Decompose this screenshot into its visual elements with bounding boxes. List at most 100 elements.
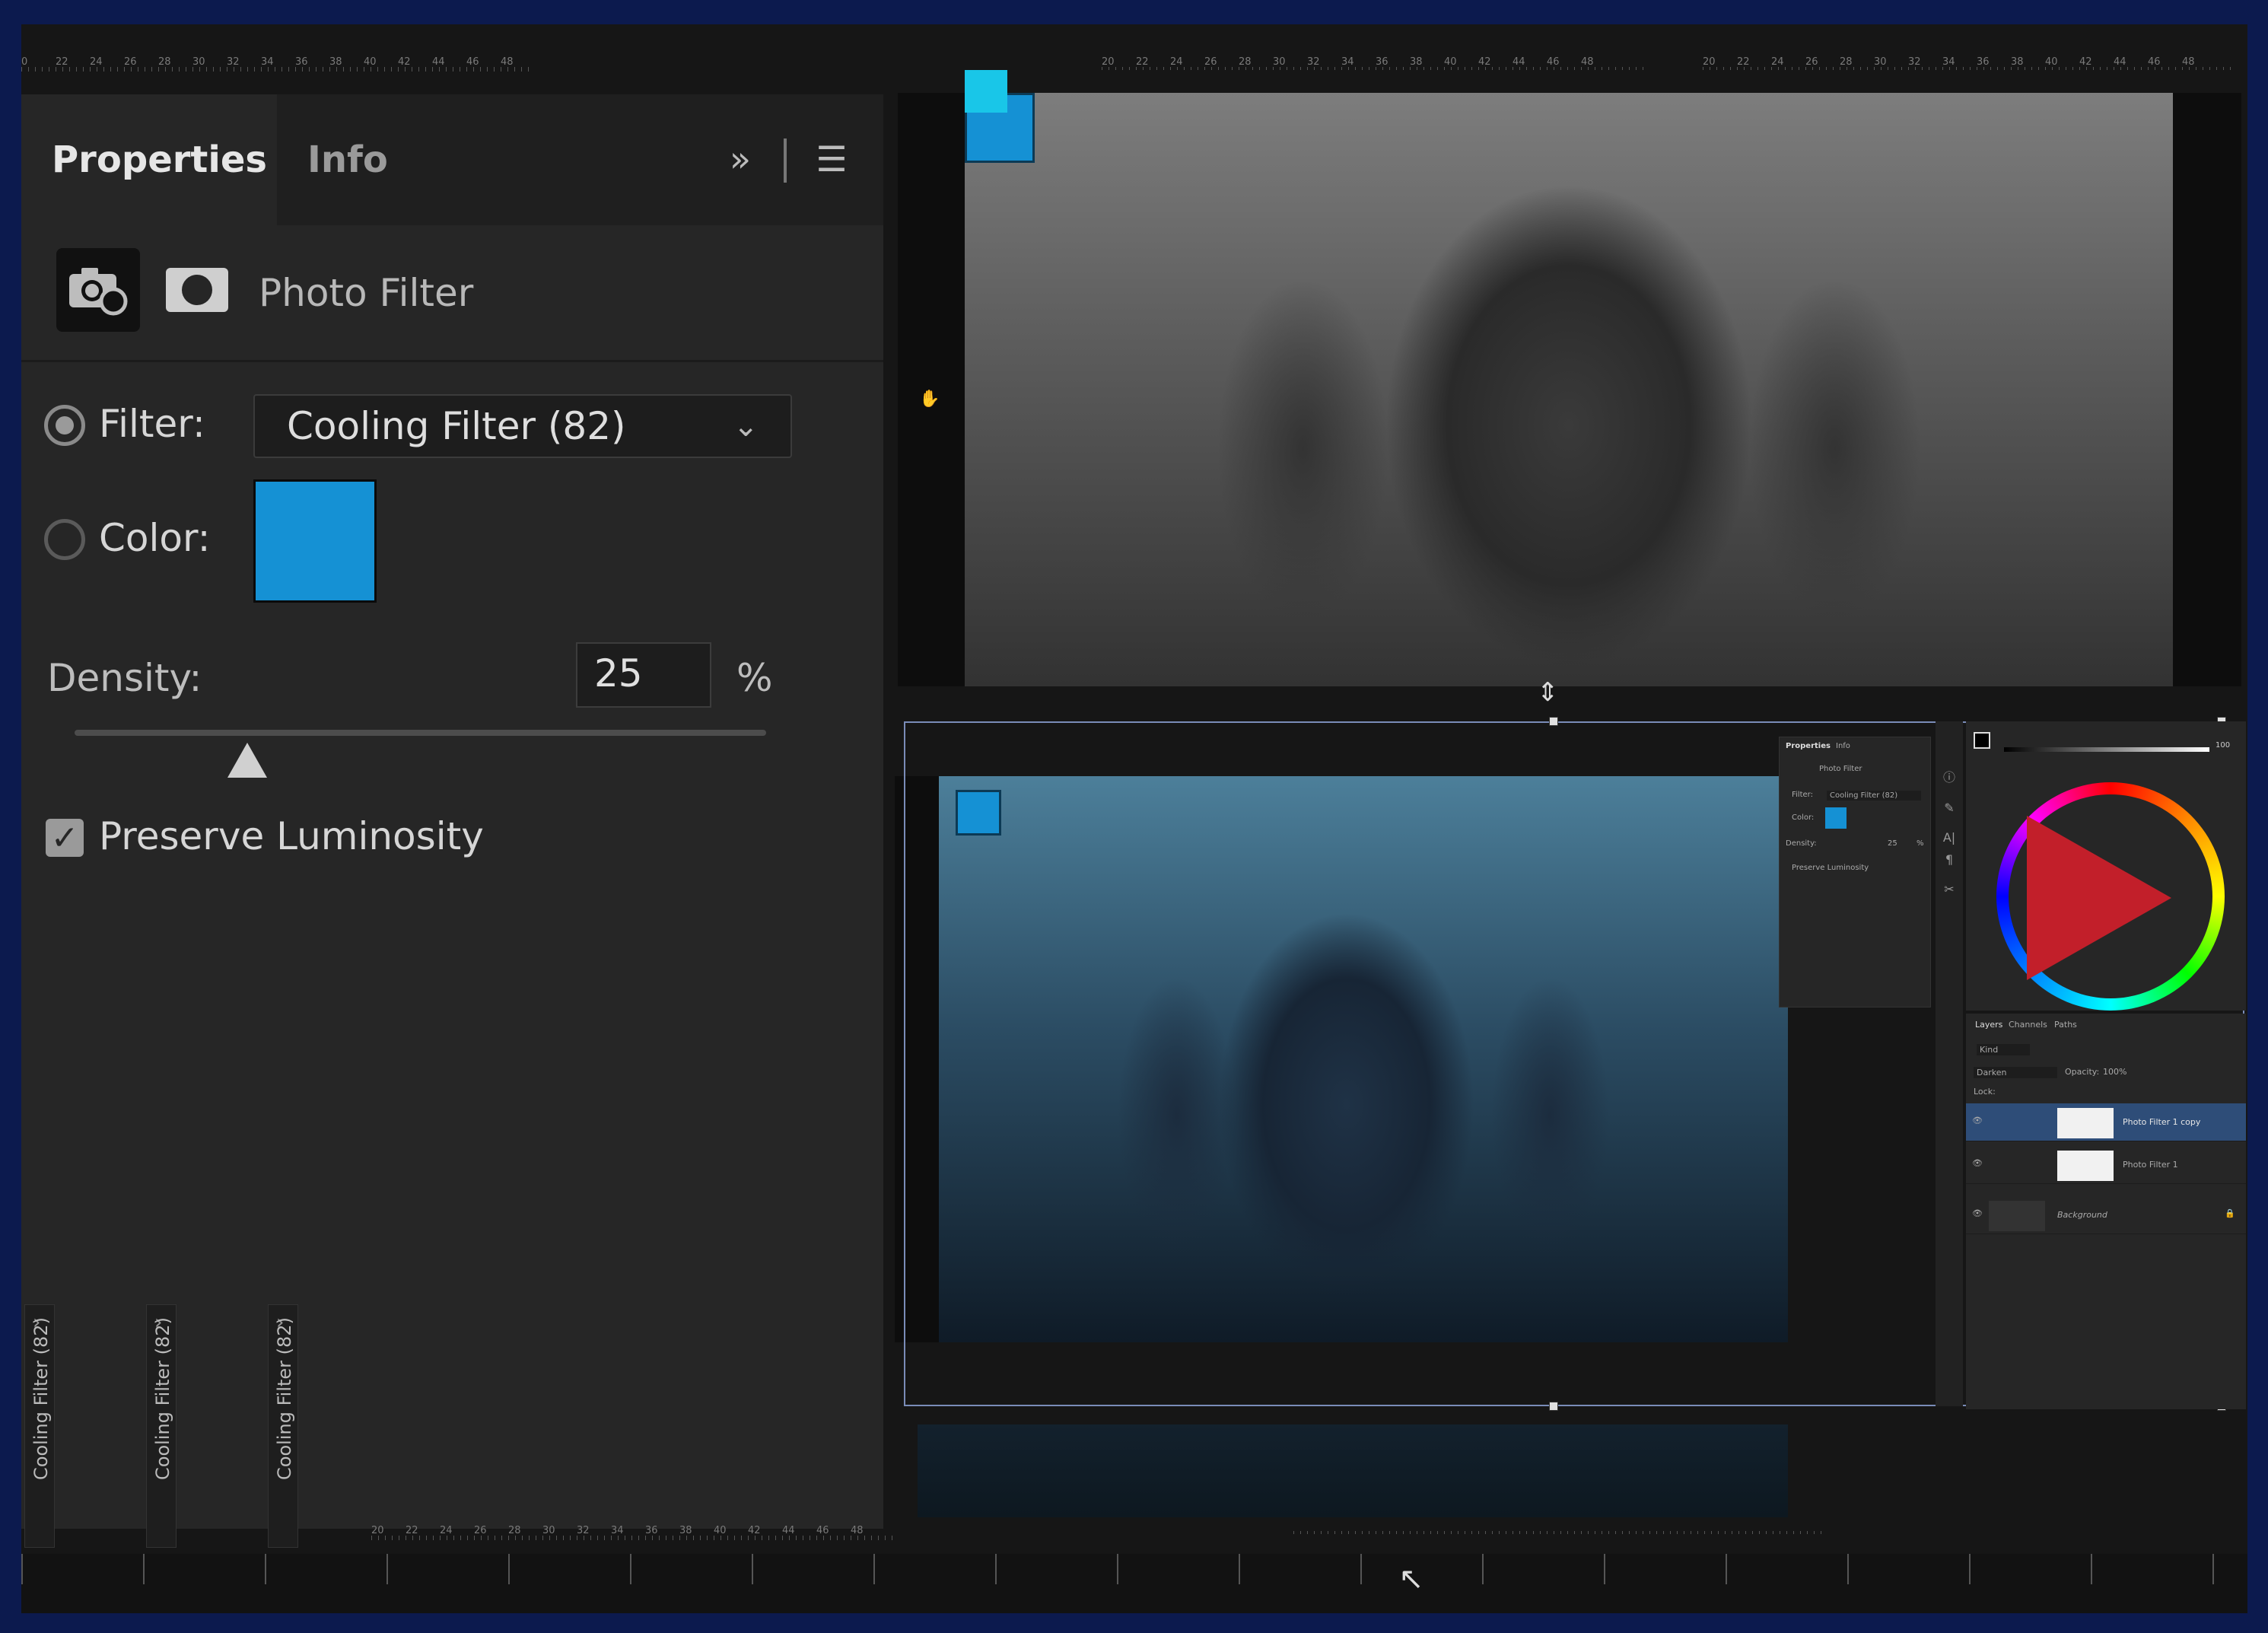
ruler-number: 30 bbox=[1273, 56, 1286, 68]
mini-title: Photo Filter bbox=[1819, 765, 1862, 773]
filter-radio[interactable] bbox=[44, 405, 85, 446]
ruler-number: 42 bbox=[398, 56, 411, 68]
pointer-cursor-icon: ↖ bbox=[1398, 1561, 1424, 1596]
tab-properties-label: Properties bbox=[52, 138, 267, 181]
filter-dropdown-value: Cooling Filter (82) bbox=[287, 404, 626, 448]
ruler-number: 28 bbox=[158, 56, 171, 68]
ruler-number: 46 bbox=[1547, 56, 1560, 68]
hamburger-menu-icon[interactable]: ☰ bbox=[805, 125, 858, 193]
layer-mask-icon[interactable] bbox=[155, 248, 239, 332]
collapsed-panel-3-label: Cooling Filter (82) bbox=[274, 1317, 295, 1480]
ruler-number: 48 bbox=[2182, 56, 2195, 68]
ruler-number: 44 bbox=[432, 56, 445, 68]
ruler-number: 26 bbox=[1805, 56, 1818, 68]
top-ruler-right: 20 22 24 26 28 30 32 34 36 38 40 42 44 46 48 bbox=[1703, 56, 2235, 72]
opacity-label: Opacity: bbox=[2065, 1067, 2100, 1077]
mini-tab-info[interactable]: Info bbox=[1836, 742, 1850, 750]
ruler-number: 44 bbox=[782, 1525, 795, 1536]
hand-cursor-icon: ✋ bbox=[919, 390, 940, 409]
top-ruler-left: 0 22 24 26 28 30 32 34 36 38 40 42 44 46 48 bbox=[21, 56, 531, 72]
kind-filter[interactable]: Kind bbox=[1977, 1044, 2030, 1055]
eye-icon[interactable]: 👁 bbox=[1972, 1158, 1983, 1168]
ruler-number: 30 bbox=[192, 56, 205, 68]
mini-properties-panel: Properties Info Photo Filter Filter: Coo… bbox=[1779, 737, 1931, 1007]
lock-label: Lock: bbox=[1974, 1087, 1996, 1097]
mini-filter-label: Filter: bbox=[1792, 791, 1813, 799]
density-label: Density: bbox=[47, 656, 202, 700]
channels-tab[interactable]: Channels bbox=[2009, 1020, 2047, 1030]
density-input[interactable]: 25 bbox=[576, 642, 711, 708]
preserve-luminosity-checkbox[interactable]: ✓ bbox=[46, 819, 84, 858]
layer-row-background[interactable]: 👁 Background 🔒 bbox=[1966, 1196, 2246, 1234]
mini-density-value[interactable]: 25 bbox=[1888, 839, 1897, 848]
ruler-number: 46 bbox=[466, 56, 479, 68]
color-radio[interactable] bbox=[44, 519, 85, 560]
layer-name: Photo Filter 1 copy bbox=[2123, 1117, 2201, 1127]
ruler-number: 32 bbox=[577, 1525, 590, 1536]
ruler-number: 42 bbox=[2079, 56, 2092, 68]
density-slider-thumb[interactable] bbox=[227, 743, 268, 778]
chevrons-right-icon[interactable]: » bbox=[714, 125, 767, 193]
mini-color-swatch[interactable] bbox=[1825, 807, 1847, 829]
color-brightness-slider[interactable] bbox=[2004, 747, 2209, 752]
ruler-number: 48 bbox=[851, 1525, 864, 1536]
ruler-number: 34 bbox=[261, 56, 274, 68]
brush-icon[interactable]: ✎ bbox=[1936, 801, 1963, 815]
eye-icon[interactable]: 👁 bbox=[1972, 1208, 1983, 1218]
transform-handle-top[interactable] bbox=[1549, 717, 1558, 726]
ruler-number: 46 bbox=[816, 1525, 829, 1536]
paths-tab[interactable]: Paths bbox=[2054, 1020, 2077, 1030]
canvas-dark-right bbox=[2173, 93, 2241, 686]
ruler-number: 40 bbox=[2045, 56, 2058, 68]
artwork-grayscale bbox=[965, 93, 2173, 686]
info-icon[interactable]: ⓘ bbox=[1936, 767, 1963, 785]
ruler-number: 32 bbox=[1908, 56, 1921, 68]
ruler-number: 42 bbox=[748, 1525, 761, 1536]
ruler-number: 40 bbox=[364, 56, 377, 68]
move-cursor-icon: ⇕ bbox=[1537, 677, 1559, 708]
bottom-timeline[interactable] bbox=[21, 1554, 2247, 1613]
transform-handle-bottom[interactable] bbox=[1549, 1402, 1558, 1411]
type-icon[interactable]: A| bbox=[1936, 830, 1963, 845]
ruler-number: 26 bbox=[474, 1525, 487, 1536]
density-slider[interactable] bbox=[75, 730, 766, 736]
preserve-luminosity-label: Preserve Luminosity bbox=[99, 814, 484, 858]
adjustment-header: Photo Filter bbox=[21, 225, 883, 362]
density-unit: % bbox=[736, 656, 773, 700]
mini-color-label: Color: bbox=[1792, 813, 1815, 822]
artwork-strip bbox=[918, 1424, 1788, 1517]
paragraph-icon[interactable]: ¶ bbox=[1936, 852, 1963, 867]
ruler-number: 38 bbox=[679, 1525, 692, 1536]
blend-mode-select[interactable]: Darken bbox=[1974, 1067, 2057, 1078]
color-triangle[interactable] bbox=[2027, 816, 2171, 980]
adjustment-title: Photo Filter bbox=[259, 271, 474, 315]
ruler-number: 32 bbox=[227, 56, 240, 68]
color-fg-bg-icon[interactable] bbox=[1974, 732, 1990, 749]
ruler-number: 26 bbox=[1204, 56, 1217, 68]
layer-row-photo-filter[interactable]: 👁 Photo Filter 1 bbox=[1966, 1146, 2246, 1184]
ruler-number: 44 bbox=[2114, 56, 2126, 68]
mini-preserve-label: Preserve Luminosity bbox=[1792, 864, 1869, 872]
ruler-number: 38 bbox=[1410, 56, 1423, 68]
ruler-number: 36 bbox=[645, 1525, 658, 1536]
ruler-number: 24 bbox=[90, 56, 103, 68]
layers-tab[interactable]: Layers bbox=[1975, 1020, 2002, 1030]
ruler-number: 40 bbox=[714, 1525, 727, 1536]
tab-info[interactable]: Info bbox=[277, 94, 418, 225]
filter-dropdown[interactable]: Cooling Filter (82) ⌄ bbox=[253, 394, 792, 458]
opacity-value[interactable]: 100% bbox=[2103, 1067, 2126, 1077]
color-swatch[interactable] bbox=[253, 479, 377, 603]
layer-name: Photo Filter 1 bbox=[2123, 1160, 2178, 1170]
ruler-number: 34 bbox=[611, 1525, 624, 1536]
color-panel: 100 bbox=[1966, 721, 2246, 1011]
eye-icon[interactable]: 👁 bbox=[1972, 1116, 1983, 1125]
layer-row-photo-filter-copy[interactable]: 👁 Photo Filter 1 copy bbox=[1966, 1103, 2246, 1141]
mini-tab-properties[interactable]: Properties bbox=[1786, 742, 1831, 750]
scissors-icon[interactable]: ✂ bbox=[1936, 882, 1963, 896]
ruler-number: 30 bbox=[1874, 56, 1887, 68]
bottom-ruler-left: 20 22 24 26 28 30 32 34 36 38 40 42 44 46 48 bbox=[371, 1525, 896, 1540]
adjustment-layer-icon[interactable] bbox=[56, 248, 140, 332]
mini-filter-value[interactable]: Cooling Filter (82) bbox=[1827, 791, 1921, 801]
ruler-number: 46 bbox=[2148, 56, 2161, 68]
tab-properties[interactable]: Properties bbox=[21, 94, 277, 225]
